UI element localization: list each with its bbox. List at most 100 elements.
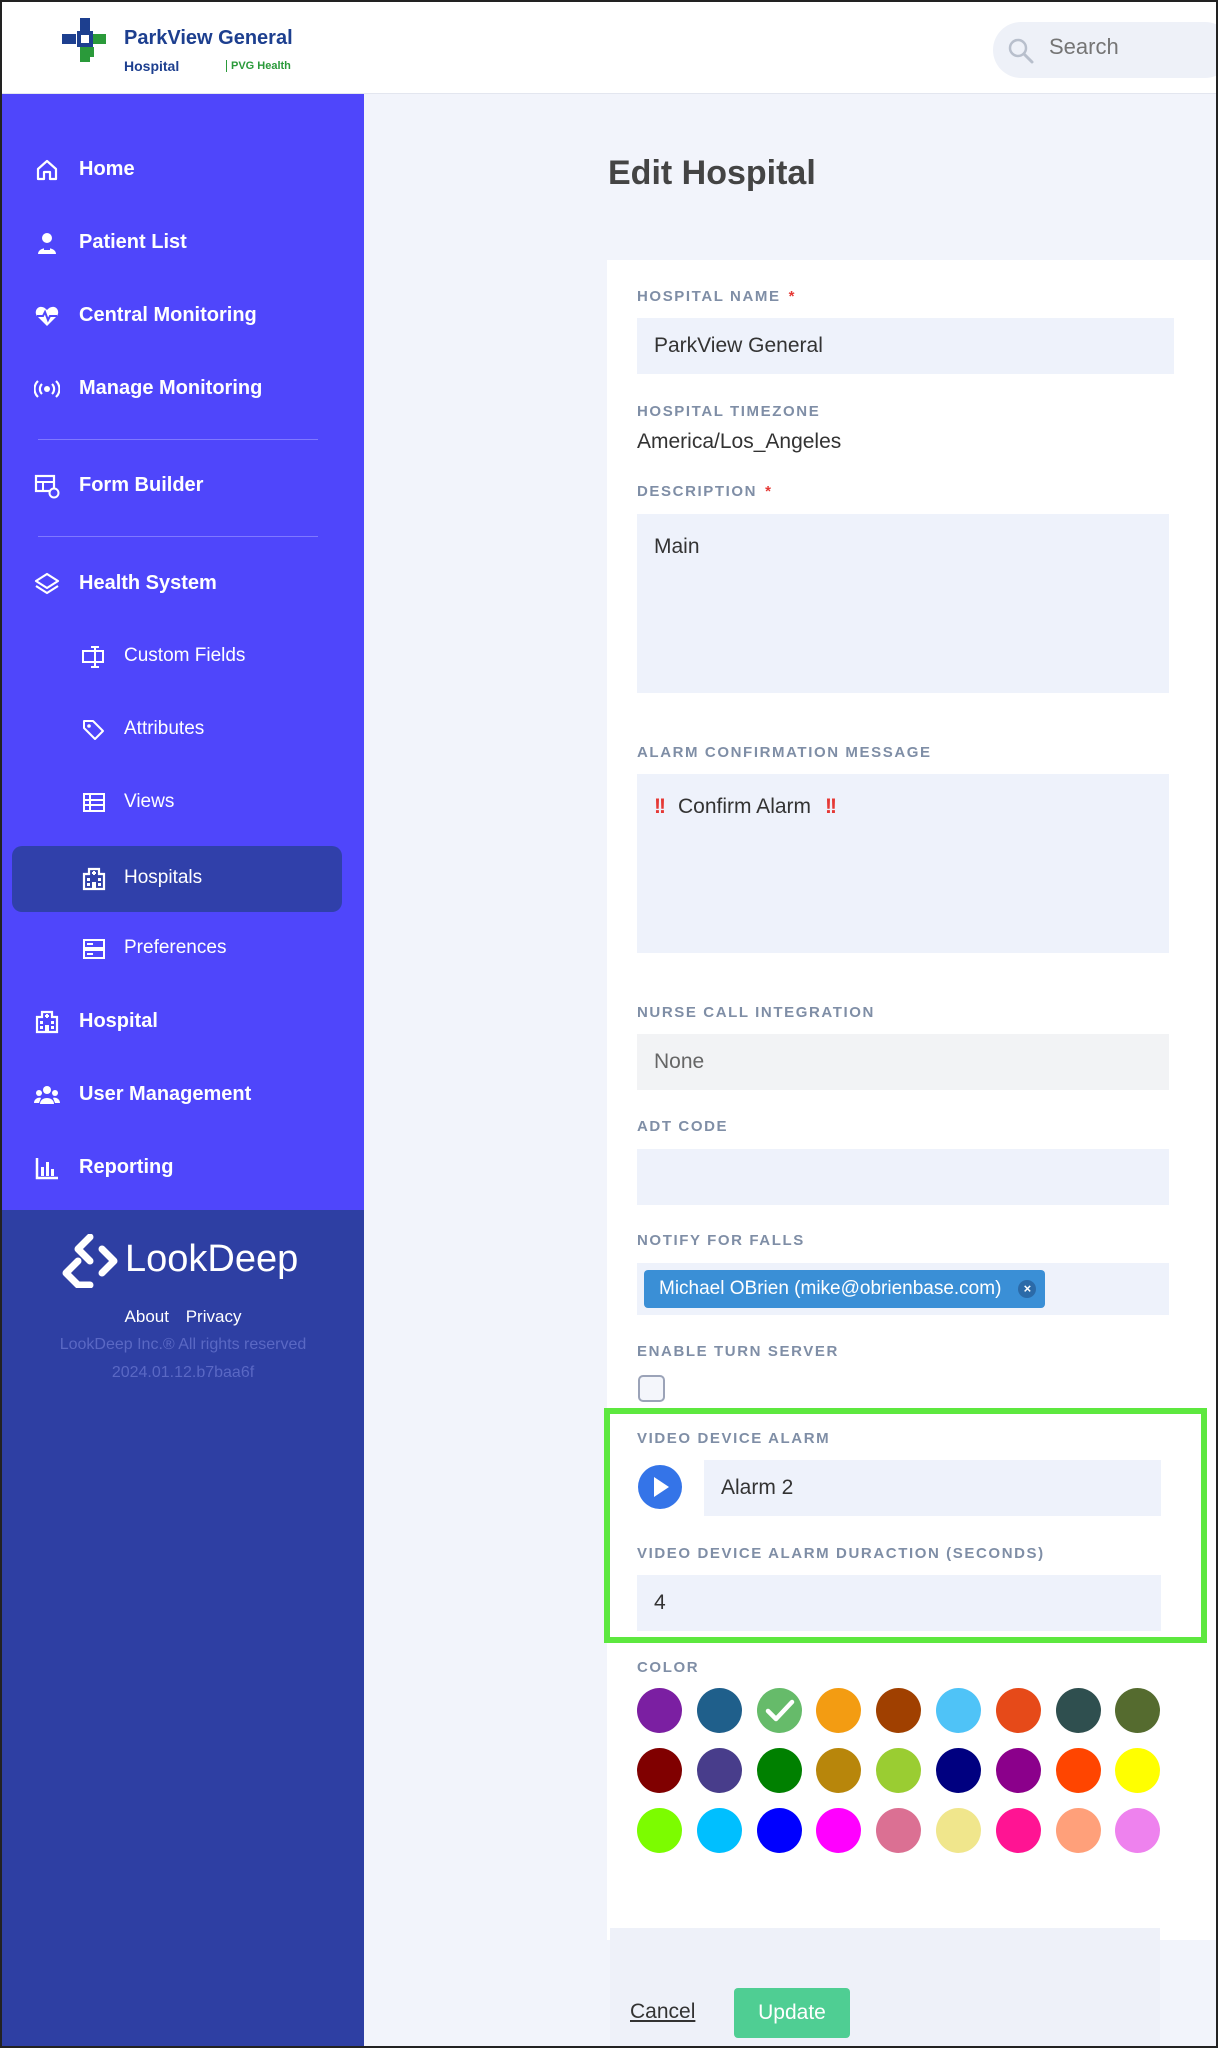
video-alarm-value: Alarm 2: [721, 1476, 794, 1499]
sidebar-item-label: Health System: [79, 572, 217, 594]
color-swatch[interactable]: [1055, 1808, 1101, 1853]
sidebar-item-label: Manage Monitoring: [79, 377, 263, 399]
color-swatch[interactable]: [756, 1688, 802, 1733]
color-swatch[interactable]: [1055, 1688, 1101, 1733]
sidebar-item-label: Reporting: [79, 1156, 174, 1178]
hospital-name-label: HOSPITAL NAME *: [637, 288, 796, 305]
color-swatch[interactable]: [995, 1688, 1041, 1733]
users-icon: [34, 1086, 60, 1104]
sidebar-item-label: User Management: [79, 1083, 252, 1105]
custom-fields-icon: [82, 646, 104, 668]
sidebar-item-label: Form Builder: [79, 474, 204, 496]
alarm-confirmation-value: Confirm Alarm: [678, 795, 812, 818]
color-swatch[interactable]: [876, 1748, 922, 1793]
form-builder-icon: [34, 474, 60, 499]
double-exclamation-icon: !!: [825, 795, 837, 818]
color-swatch[interactable]: [936, 1748, 981, 1793]
footer-links: About Privacy: [2, 1307, 364, 1327]
hospital-name-input[interactable]: ParkView General: [637, 318, 1174, 374]
sidebar-item-patient-list[interactable]: Patient List: [2, 214, 364, 272]
color-swatch[interactable]: [995, 1808, 1041, 1853]
brand-name: ParkView General: [124, 27, 293, 49]
cancel-button[interactable]: Cancel: [630, 2000, 695, 2024]
nurse-call-value: None: [654, 1050, 705, 1073]
sidebar-item-preferences[interactable]: Preferences: [2, 920, 364, 978]
sidebar-item-views[interactable]: Views: [2, 774, 364, 832]
sidebar-item-health-system[interactable]: Health System: [2, 555, 364, 613]
color-swatch[interactable]: [1055, 1748, 1101, 1793]
color-swatch[interactable]: [876, 1688, 922, 1733]
sidebar-item-hospitals[interactable]: Hospitals: [12, 846, 342, 912]
sidebar-item-user-management[interactable]: User Management: [2, 1066, 364, 1124]
privacy-link[interactable]: Privacy: [186, 1307, 242, 1326]
color-swatch[interactable]: [936, 1808, 981, 1853]
hospital-icon: [82, 867, 106, 891]
color-swatch[interactable]: [936, 1688, 981, 1733]
sidebar-item-manage-monitoring[interactable]: Manage Monitoring: [2, 360, 364, 418]
sidebar-item-label: Preferences: [124, 937, 227, 958]
about-link[interactable]: About: [125, 1307, 169, 1326]
version-text: 2024.01.12.b7baa6f: [111, 1364, 255, 1381]
chip-remove-icon[interactable]: ×: [1018, 1280, 1037, 1298]
description-label: DESCRIPTION *: [637, 483, 773, 500]
heartbeat-icon: [35, 306, 59, 326]
alarm-duration-label: VIDEO DEVICE ALARM DURACTION (SECONDS): [637, 1545, 1045, 1562]
sidebar-divider: [38, 439, 318, 440]
notify-falls-label: NOTIFY FOR FALLS: [637, 1232, 805, 1249]
description-textarea[interactable]: Main: [637, 514, 1169, 693]
sidebar-item-attributes[interactable]: Attributes: [2, 701, 364, 759]
description-value: Main: [654, 535, 700, 558]
brand-subtitle: Hospital: [124, 58, 180, 74]
required-mark: *: [765, 483, 773, 500]
color-swatch[interactable]: [756, 1748, 802, 1793]
sidebar-item-label: Hospitals: [124, 867, 203, 888]
nurse-call-select[interactable]: None: [637, 1034, 1169, 1090]
sidebar-item-home[interactable]: Home: [2, 141, 364, 199]
alarm-confirmation-textarea[interactable]: !! Confirm Alarm !!: [637, 774, 1169, 953]
sidebar-item-form-builder[interactable]: Form Builder: [2, 457, 364, 515]
sidebar-item-label: Hospital: [79, 1010, 158, 1032]
alarm-confirmation-label: ALARM CONFIRMATION MESSAGE: [637, 744, 932, 761]
color-label: COLOR: [637, 1659, 700, 1676]
color-swatch[interactable]: [637, 1748, 682, 1793]
sidebar-item-hospital[interactable]: Hospital: [2, 993, 364, 1051]
color-swatch[interactable]: [637, 1808, 682, 1853]
color-swatch[interactable]: [696, 1748, 742, 1793]
form-card: [607, 260, 1216, 1940]
copyright-text: LookDeep Inc.® All rights reserved: [59, 1336, 307, 1353]
color-swatch[interactable]: [756, 1808, 802, 1853]
search-box[interactable]: [993, 22, 1216, 78]
color-swatch[interactable]: [696, 1688, 742, 1733]
adt-code-input[interactable]: [637, 1149, 1169, 1205]
reporting-icon: [35, 1158, 58, 1180]
home-icon: [36, 159, 58, 181]
sidebar-item-central-monitoring[interactable]: Central Monitoring: [2, 287, 364, 345]
hospital-name-value: ParkView General: [654, 334, 823, 357]
sidebar-item-reporting[interactable]: Reporting: [2, 1139, 364, 1197]
sidebar-item-label: Home: [79, 158, 135, 180]
views-icon: [83, 793, 105, 812]
brand-tag: PVG Health: [226, 60, 291, 72]
color-swatch[interactable]: [637, 1688, 682, 1733]
color-swatch[interactable]: [995, 1748, 1041, 1793]
sidebar-item-label: Views: [124, 791, 175, 812]
color-swatch[interactable]: [696, 1808, 742, 1853]
play-icon[interactable]: [638, 1465, 682, 1509]
patient-icon: [38, 233, 56, 254]
nurse-call-label: NURSE CALL INTEGRATION: [637, 1004, 875, 1021]
form-footer: [610, 1928, 1160, 2046]
alarm-duration-input[interactable]: 4: [637, 1575, 1161, 1631]
app-window: ParkView General Hospital PVG Health Hom…: [0, 0, 1218, 2048]
color-swatch[interactable]: [876, 1808, 922, 1853]
required-mark: *: [788, 288, 797, 305]
sidebar: Home Patient List Central Monitoring Man…: [2, 94, 364, 1210]
search-input[interactable]: [1049, 34, 1216, 60]
page-title: Edit Hospital: [608, 154, 816, 192]
hospital-logo[interactable]: ParkView General Hospital PVG Health: [60, 16, 360, 80]
checkmark-icon: [765, 1699, 794, 1722]
update-button[interactable]: Update: [734, 1988, 850, 2038]
timezone-label: HOSPITAL TIMEZONE: [637, 403, 821, 420]
turn-server-checkbox[interactable]: [638, 1375, 665, 1402]
sidebar-item-custom-fields[interactable]: Custom Fields: [2, 628, 364, 686]
video-alarm-select[interactable]: Alarm 2: [704, 1460, 1161, 1516]
